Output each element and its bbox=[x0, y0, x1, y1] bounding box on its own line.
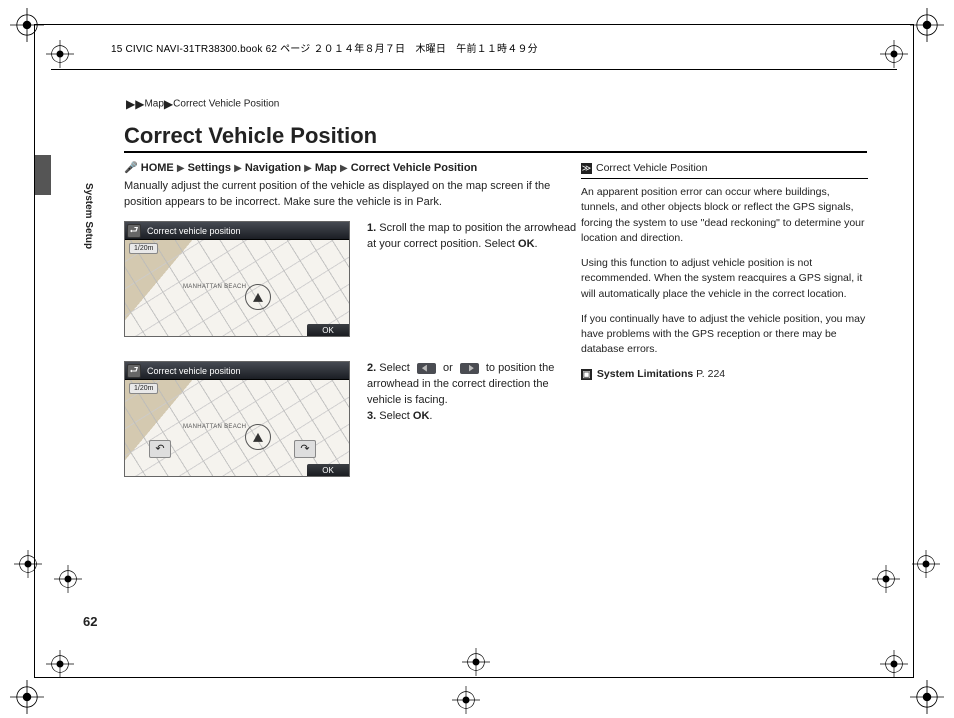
map-scale: 1/20m bbox=[129, 243, 158, 254]
vehicle-arrowhead-icon bbox=[245, 284, 271, 310]
link-icon: ▣ bbox=[581, 369, 592, 380]
breadcrumb-arrow-icon: ▶▶ bbox=[126, 97, 144, 111]
step-1-ok: OK bbox=[518, 238, 535, 250]
crosshair-icon bbox=[462, 648, 490, 676]
sidebox-p3: If you continually have to adjust the ve… bbox=[581, 312, 868, 358]
crosshair-icon bbox=[880, 650, 908, 678]
header-line: 15 CIVIC NAVI-31TR38300.book 62 ページ ２０１４… bbox=[111, 40, 538, 55]
registration-mark-icon bbox=[10, 680, 44, 714]
screenshot-1: ⮐ Correct vehicle position 1/20m MANHATT… bbox=[124, 221, 350, 337]
steps-2-3: 2. Select or to position the arrowhead i… bbox=[367, 361, 577, 425]
step-1: 1. Scroll the map to position the arrowh… bbox=[367, 221, 577, 253]
step-3a: Select bbox=[379, 410, 413, 422]
breadcrumb: ▶▶Map▶Correct Vehicle Position bbox=[126, 97, 279, 111]
step-2a: Select bbox=[379, 362, 413, 374]
registration-mark-icon bbox=[910, 8, 944, 42]
crosshair-icon bbox=[872, 565, 900, 593]
sidebox-link[interactable]: ▣ System Limitations P. 224 bbox=[581, 367, 868, 382]
sidebox-p2: Using this function to adjust vehicle po… bbox=[581, 256, 868, 302]
registration-mark-icon bbox=[910, 680, 944, 714]
sidebox-head: ≫ Correct Vehicle Position bbox=[581, 161, 868, 179]
breadcrumb-seg-1: Map bbox=[144, 99, 163, 110]
step-2b: or bbox=[440, 362, 456, 374]
step-1-text: Scroll the map to position the arrowhead… bbox=[367, 222, 576, 250]
title-rule bbox=[124, 151, 867, 153]
breadcrumb-arrow-icon: ▶ bbox=[164, 97, 173, 111]
rotate-left-icon bbox=[417, 363, 436, 374]
rotate-left-button[interactable]: ↶ bbox=[149, 440, 171, 458]
vehicle-arrowhead-icon bbox=[245, 424, 271, 450]
nav-path: 🎤 HOME ▶ Settings ▶ Navigation ▶ Map ▶ C… bbox=[124, 161, 477, 174]
nav-settings: Settings bbox=[188, 162, 231, 174]
rotate-right-button[interactable]: ↷ bbox=[294, 440, 316, 458]
sidebox-title: Correct Vehicle Position bbox=[596, 162, 707, 174]
back-icon: ⮐ bbox=[127, 364, 141, 378]
side-tab bbox=[35, 155, 51, 195]
screenshot-map: 1/20m MANHATTAN BEACH OK bbox=[125, 240, 349, 337]
nav-home: HOME bbox=[141, 162, 174, 174]
screenshot-title: Correct vehicle position bbox=[147, 366, 241, 376]
sidebar-section-label: System Setup bbox=[83, 183, 94, 249]
header-rule bbox=[51, 69, 897, 70]
rotate-right-icon bbox=[460, 363, 479, 374]
crosshair-icon bbox=[46, 650, 74, 678]
nav-navigation: Navigation bbox=[245, 162, 301, 174]
map-scale: 1/20m bbox=[129, 383, 158, 394]
screenshot-titlebar: ⮐ Correct vehicle position bbox=[125, 362, 349, 380]
crosshair-icon bbox=[46, 40, 74, 68]
nav-map: Map bbox=[315, 162, 337, 174]
registration-mark-icon bbox=[452, 686, 480, 714]
screenshot-map: 1/20m MANHATTAN BEACH ↶ ↷ OK bbox=[125, 380, 349, 477]
page-sheet: 15 CIVIC NAVI-31TR38300.book 62 ページ ２０１４… bbox=[34, 24, 914, 678]
info-icon: ≫ bbox=[581, 163, 592, 174]
link-label: System Limitations bbox=[597, 368, 693, 380]
screenshot-title: Correct vehicle position bbox=[147, 226, 241, 236]
back-icon: ⮐ bbox=[127, 224, 141, 238]
screenshot-titlebar: ⮐ Correct vehicle position bbox=[125, 222, 349, 240]
nav-cvp: Correct Vehicle Position bbox=[351, 162, 478, 174]
map-label: MANHATTAN BEACH bbox=[183, 424, 246, 430]
registration-mark-icon bbox=[10, 8, 44, 42]
page-title: Correct Vehicle Position bbox=[124, 123, 377, 149]
registration-mark-icon bbox=[912, 550, 940, 578]
page-number: 62 bbox=[83, 614, 97, 629]
screenshot-2: ⮐ Correct vehicle position 1/20m MANHATT… bbox=[124, 361, 350, 477]
map-label: MANHATTAN BEACH bbox=[183, 284, 246, 290]
ok-button[interactable]: OK bbox=[307, 324, 349, 337]
sidebox-p1: An apparent position error can occur whe… bbox=[581, 185, 868, 246]
step-3-ok: OK bbox=[413, 410, 430, 422]
crosshair-icon bbox=[54, 565, 82, 593]
ok-button[interactable]: OK bbox=[307, 464, 349, 477]
link-page: P. 224 bbox=[696, 368, 725, 380]
crosshair-icon bbox=[880, 40, 908, 68]
intro-text: Manually adjust the current position of … bbox=[124, 179, 577, 211]
sidebox: ≫ Correct Vehicle Position An apparent po… bbox=[581, 161, 868, 383]
registration-mark-icon bbox=[14, 550, 42, 578]
breadcrumb-seg-2: Correct Vehicle Position bbox=[173, 99, 279, 110]
voice-icon: 🎤 bbox=[124, 162, 138, 174]
